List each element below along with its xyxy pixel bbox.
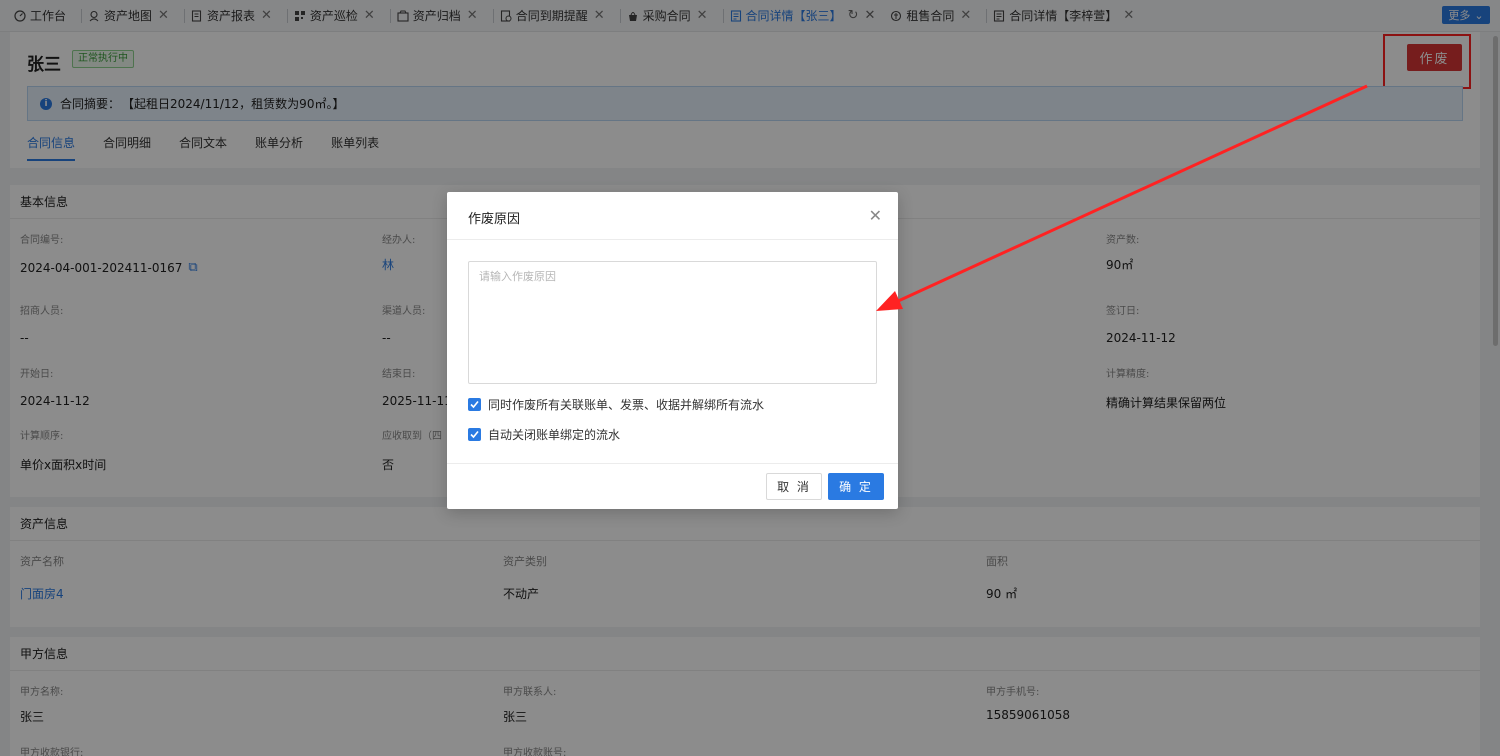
checkbox-checked-icon[interactable] [468,398,481,411]
divider [447,239,898,240]
cancel-button[interactable]: 取 消 [766,473,822,500]
checkbox-label: 同时作废所有关联账单、发票、收据并解绑所有流水 [488,398,765,412]
divider [447,463,898,464]
checkbox-void-related[interactable]: 同时作废所有关联账单、发票、收据并解绑所有流水 [468,396,764,413]
confirm-button[interactable]: 确 定 [828,473,884,500]
void-reason-dialog: 作废原因 ✕ 同时作废所有关联账单、发票、收据并解绑所有流水 自动关闭账单绑定的… [447,192,898,509]
checkbox-label: 自动关闭账单绑定的流水 [488,428,621,442]
void-reason-input[interactable] [468,261,877,384]
checkbox-checked-icon[interactable] [468,428,481,441]
checkbox-close-bound-flow[interactable]: 自动关闭账单绑定的流水 [468,426,620,443]
dialog-title: 作废原因 [468,212,521,227]
close-icon[interactable]: ✕ [869,206,882,225]
